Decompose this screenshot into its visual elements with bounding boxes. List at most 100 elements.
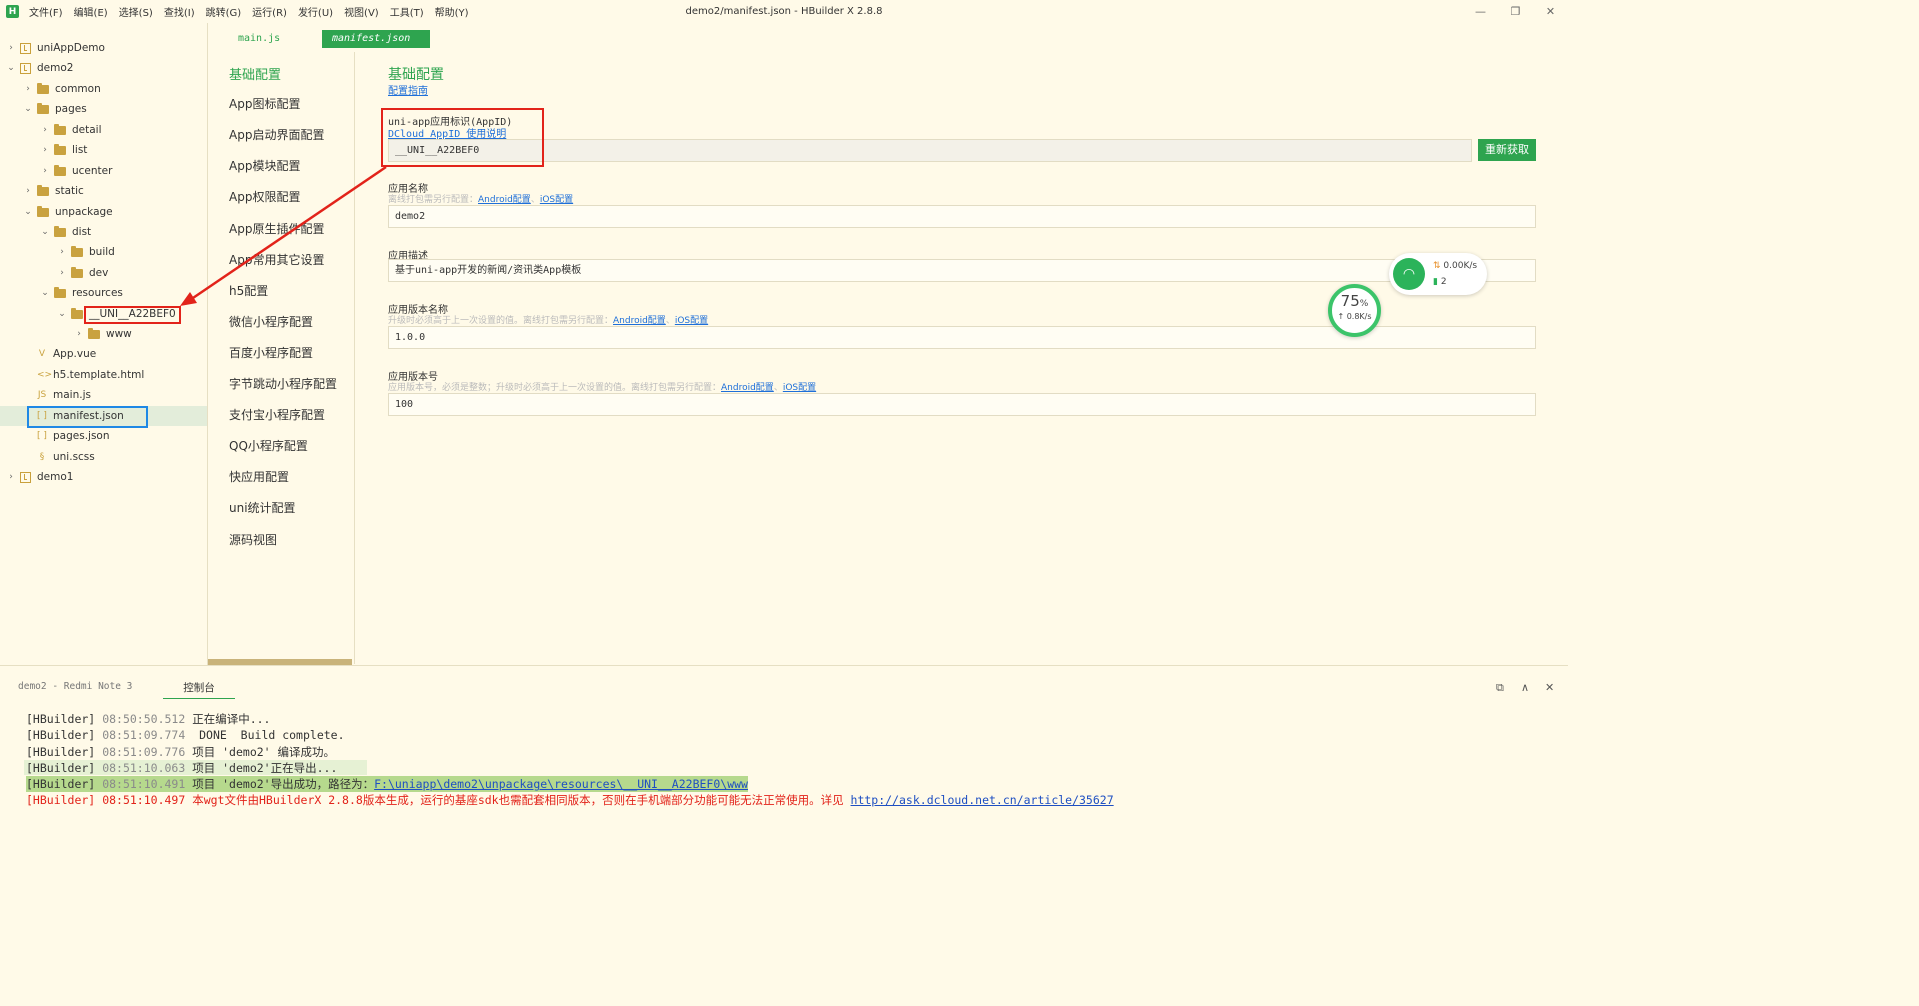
network-monitor-widget[interactable]: ◠ ⇅ 0.00K/s ▮ 2 xyxy=(1389,253,1487,295)
folder-icon xyxy=(71,245,83,257)
tree-item[interactable]: ⌄ resources xyxy=(0,283,207,303)
config-nav-item[interactable]: 快应用配置 xyxy=(229,468,289,485)
tab-main-js[interactable]: main.js xyxy=(228,30,310,48)
config-nav-item[interactable]: 字节跳动小程序配置 xyxy=(229,375,337,392)
tree-item[interactable]: ⌄ unpackage xyxy=(0,202,207,222)
ios-config-link[interactable]: iOS配置 xyxy=(540,195,573,205)
version-code-hint: 应用版本号，必须是整数；升级时必须高于上一次设置的值。离线打包需另行配置：And… xyxy=(388,380,816,393)
menu-item[interactable]: 视图(V) xyxy=(344,4,379,19)
tree-item[interactable]: › static xyxy=(0,181,207,201)
clear-icon[interactable]: ✕ xyxy=(1545,681,1554,694)
tree-item[interactable]: <> h5.template.html xyxy=(0,365,207,385)
tree-item-label: detail xyxy=(72,124,102,136)
chevron-right-icon[interactable]: › xyxy=(40,125,50,135)
menu-item[interactable]: 跳转(G) xyxy=(206,4,242,19)
tree-item[interactable]: › list xyxy=(0,140,207,160)
config-nav-item[interactable]: App图标配置 xyxy=(229,95,300,112)
chevron-down-icon[interactable]: ⌄ xyxy=(40,227,50,237)
log-timestamp: 08:51:10.491 xyxy=(102,777,186,792)
cpu-usage-widget[interactable]: 75% ↑ 0.8K/s xyxy=(1328,284,1381,337)
menu-item[interactable]: 工具(T) xyxy=(390,4,424,19)
chevron-right-icon[interactable]: › xyxy=(40,166,50,176)
config-nav-item[interactable]: App常用其它设置 xyxy=(229,251,324,268)
android-config-link[interactable]: Android配置 xyxy=(478,195,531,205)
config-nav-item[interactable]: App权限配置 xyxy=(229,188,300,205)
version-code-field[interactable]: 100 xyxy=(388,393,1536,416)
folder-icon xyxy=(37,82,49,94)
tree-item[interactable]: › www xyxy=(0,324,207,344)
android-config-link[interactable]: Android配置 xyxy=(721,383,774,393)
config-nav-item[interactable]: QQ小程序配置 xyxy=(229,437,308,454)
config-nav-item[interactable]: App模块配置 xyxy=(229,157,300,174)
tree-item[interactable]: › uniAppDemo xyxy=(0,38,207,58)
chevron-down-icon[interactable]: ⌄ xyxy=(23,207,33,217)
config-nav-item[interactable]: 微信小程序配置 xyxy=(229,313,313,330)
menu-item[interactable]: 选择(S) xyxy=(119,4,153,19)
tree-item[interactable]: JS main.js xyxy=(0,385,207,405)
menu-item[interactable]: 文件(F) xyxy=(29,4,63,19)
app-desc-field[interactable]: 基于uni-app开发的新闻/资讯类App模板 xyxy=(388,259,1536,282)
config-nav-item[interactable]: 基础配置 xyxy=(229,64,281,83)
appid-field[interactable]: __UNI__A22BEF0 xyxy=(388,139,1472,162)
collapse-icon[interactable]: ∧ xyxy=(1521,681,1529,694)
tree-item[interactable]: › dev xyxy=(0,263,207,283)
console-tab[interactable]: 控制台 xyxy=(163,680,235,699)
project-icon xyxy=(20,471,31,483)
menu-item[interactable]: 编辑(E) xyxy=(74,4,108,19)
close-icon[interactable]: ✕ xyxy=(1533,0,1568,23)
app-name-field[interactable]: demo2 xyxy=(388,205,1536,228)
chevron-right-icon[interactable]: › xyxy=(57,247,67,257)
folder-icon xyxy=(54,225,66,237)
tree-item[interactable]: ⌄ dist xyxy=(0,222,207,242)
config-nav-item[interactable]: 百度小程序配置 xyxy=(229,344,313,361)
chevron-down-icon[interactable]: ⌄ xyxy=(23,104,33,114)
chevron-down-icon[interactable]: ⌄ xyxy=(40,288,50,298)
menu-item[interactable]: 帮助(Y) xyxy=(435,4,469,19)
traffic-icon: ⇅ xyxy=(1433,261,1441,271)
log-timestamp: 08:51:10.497 xyxy=(102,793,186,808)
menu-item[interactable]: 查找(I) xyxy=(164,4,195,19)
refresh-appid-button[interactable]: 重新获取 xyxy=(1478,139,1536,161)
minimize-icon[interactable]: — xyxy=(1463,0,1498,23)
chevron-right-icon[interactable]: › xyxy=(23,186,33,196)
tree-item[interactable]: ⌄ pages xyxy=(0,99,207,119)
chevron-right-icon[interactable]: › xyxy=(74,329,84,339)
chevron-down-icon[interactable]: ⌄ xyxy=(57,309,67,319)
console-tab-bar: demo2 - Redmi Note 3 控制台 ⧉ ∧ ✕ xyxy=(0,676,1568,699)
export-icon[interactable]: ⧉ xyxy=(1496,681,1504,695)
chevron-right-icon[interactable]: › xyxy=(6,43,16,53)
cpu-unit: % xyxy=(1359,299,1369,309)
menu-item[interactable]: 发行(U) xyxy=(298,4,333,19)
config-guide-link[interactable]: 配置指南 xyxy=(388,82,428,97)
tab-manifest-json[interactable]: manifest.json xyxy=(322,30,430,48)
ios-config-link[interactable]: iOS配置 xyxy=(783,383,816,393)
config-nav-item[interactable]: App启动界面配置 xyxy=(229,126,324,143)
tree-item[interactable]: › detail xyxy=(0,120,207,140)
tree-item[interactable]: › ucenter xyxy=(0,161,207,181)
log-link[interactable]: F:\uniapp\demo2\unpackage\resources\__UN… xyxy=(374,777,748,791)
tree-item[interactable]: › common xyxy=(0,79,207,99)
config-nav-item[interactable]: 支付宝小程序配置 xyxy=(229,406,325,423)
android-config-link[interactable]: Android配置 xyxy=(613,316,666,326)
config-nav-item[interactable]: h5配置 xyxy=(229,282,268,299)
menu-item[interactable]: 运行(R) xyxy=(252,4,287,19)
chevron-right-icon[interactable]: › xyxy=(23,84,33,94)
device-console-tab[interactable]: demo2 - Redmi Note 3 xyxy=(18,681,132,692)
tree-item[interactable]: § uni.scss xyxy=(0,447,207,467)
chevron-right-icon[interactable]: › xyxy=(6,472,16,482)
tree-item[interactable]: V App.vue xyxy=(0,344,207,364)
config-nav-item[interactable]: uni统计配置 xyxy=(229,499,296,516)
chevron-right-icon[interactable]: › xyxy=(57,268,67,278)
chevron-right-icon[interactable]: › xyxy=(40,145,50,155)
tree-item[interactable]: ⌄ demo2 xyxy=(0,58,207,78)
chevron-down-icon[interactable]: ⌄ xyxy=(6,63,16,73)
tree-item[interactable]: › build xyxy=(0,242,207,262)
tree-item[interactable]: › demo1 xyxy=(0,467,207,487)
config-nav-item[interactable]: 源码视图 xyxy=(229,531,277,548)
log-link[interactable]: http://ask.dcloud.net.cn/article/35627 xyxy=(851,793,1114,807)
config-nav-item[interactable]: App原生插件配置 xyxy=(229,220,324,237)
restore-icon[interactable]: ❐ xyxy=(1498,0,1533,23)
tree-item-label: common xyxy=(55,83,101,95)
ios-config-link[interactable]: iOS配置 xyxy=(675,316,708,326)
tree-item[interactable]: [ ] pages.json xyxy=(0,426,207,446)
